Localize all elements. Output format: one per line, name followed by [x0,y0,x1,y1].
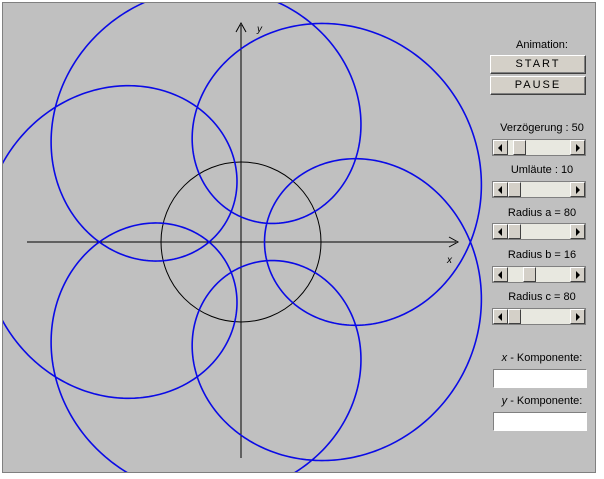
radius-b-scrollbar[interactable] [492,266,586,283]
radius-b-label: Radius b = 16 [507,249,577,261]
arrow-right-icon [576,271,580,279]
arrow-left-icon [498,144,502,152]
radius-c-label: Radius c = 80 [508,291,576,303]
radius-a-scrollbar[interactable] [492,223,586,240]
laps-scrollbar[interactable] [492,181,586,198]
arrow-left-icon [498,186,502,194]
arrow-right-icon [576,186,580,194]
trochoid-curve [3,3,483,472]
delay-slider-thumb[interactable] [512,140,526,155]
x-component-text: - Komponente: [507,352,583,364]
x-component-label: x - Komponente: [487,352,597,365]
x-axis-label: x [446,255,453,266]
radius-a-label: Radius a = 80 [507,207,577,219]
radius-b-slider-thumb[interactable] [522,267,536,282]
arrow-right-icon [576,228,580,236]
delay-increase-button[interactable] [570,140,585,155]
radius-b-increase-button[interactable] [570,267,585,282]
pause-button[interactable]: PAUSE [490,76,586,95]
plot-canvas: x y [3,3,483,472]
animation-label: Animation: [516,39,568,51]
delay-label: Verzögerung : 50 [500,122,584,134]
laps-increase-button[interactable] [570,182,585,197]
arrow-left-icon [498,271,502,279]
start-button[interactable]: START [490,55,586,74]
arrow-right-icon [576,313,580,321]
laps-decrease-button[interactable] [493,182,508,197]
y-component-label: y - Komponente: [487,395,597,408]
delay-scrollbar[interactable] [492,139,586,156]
radius-c-decrease-button[interactable] [493,309,508,324]
y-component-text: - Komponente: [507,395,583,407]
arrow-left-icon [498,313,502,321]
radius-a-increase-button[interactable] [570,224,585,239]
applet-frame: x y Animation: START PAUSE Verzögerung :… [2,2,596,473]
radius-b-decrease-button[interactable] [493,267,508,282]
laps-label: Umläute : 10 [510,164,574,176]
arrow-left-icon [498,228,502,236]
x-component-field[interactable] [493,369,587,388]
y-component-field[interactable] [493,412,587,431]
y-axis-label: y [256,24,263,35]
radius-c-scrollbar[interactable] [492,308,586,325]
radius-a-decrease-button[interactable] [493,224,508,239]
delay-decrease-button[interactable] [493,140,508,155]
radius-c-slider-thumb[interactable] [508,309,521,324]
radius-c-increase-button[interactable] [570,309,585,324]
radius-a-slider-thumb[interactable] [508,224,521,239]
laps-slider-thumb[interactable] [508,182,521,197]
arrow-right-icon [576,144,580,152]
